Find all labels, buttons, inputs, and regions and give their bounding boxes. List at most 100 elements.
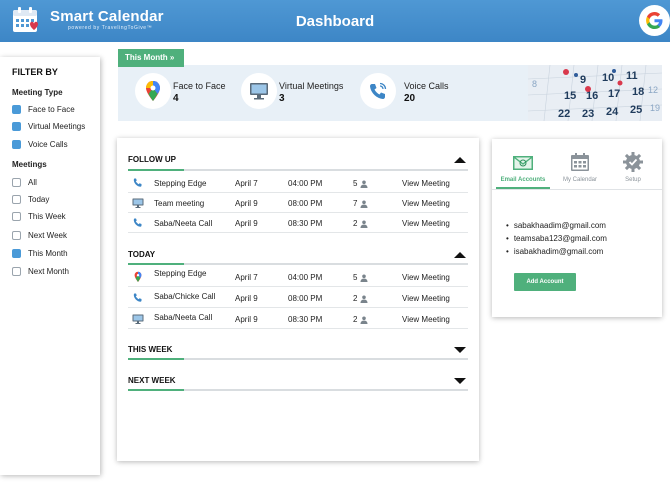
active-tab-indicator [496,187,550,189]
svg-text:25: 25 [630,104,642,116]
attendee-count-value: 7 [353,199,358,208]
this-month-tag[interactable]: This Month » [118,49,184,67]
email-item: sabakhaadim@gmail.com [506,219,607,232]
tab-label: My Calendar [562,177,597,183]
tab-divider [492,189,662,190]
calendar-illustration: 9 10 11 15 16 17 18 22 23 24 25 81219 [528,65,662,121]
section-divider [128,389,468,391]
checkbox[interactable] [12,121,21,131]
monitor-icon [132,314,144,324]
monitor-icon [132,198,144,208]
page-title: Dashboard [295,13,375,30]
filter-next-week[interactable]: Next Week [12,229,67,241]
section-next-week[interactable]: NEXT WEEK [128,374,468,390]
meeting-time: 08:30 PM [288,219,323,228]
section-title: THIS WEEK [128,345,173,354]
meeting-time: 08:00 PM [288,294,323,303]
checkbox[interactable] [12,194,21,204]
attendee-count: 5 [353,179,368,188]
filter-face-to-face[interactable]: Face to Face [12,103,75,115]
tab-email-accounts[interactable]: Email Accounts [495,147,551,191]
checkbox[interactable] [12,230,21,240]
meeting-row[interactable]: Team meeting April 9 08:00 PM 7 View Mee… [128,193,468,213]
section-title: FOLLOW UP [128,155,176,164]
section-accent [128,263,184,265]
filter-all[interactable]: All [12,176,37,188]
section-accent [128,169,184,171]
checkbox[interactable] [12,104,21,114]
filter-label: This Month [28,248,68,258]
filter-next-month[interactable]: Next Month [12,265,69,277]
expand-arrow-icon[interactable] [454,347,466,353]
section-follow-up[interactable]: FOLLOW UP [128,153,468,169]
meeting-date: April 9 [235,199,258,208]
section-accent [128,358,184,360]
attendee-count-value: 5 [353,273,358,282]
meeting-row[interactable]: Saba/Neeta Call April 9 08:30 PM 2 View … [128,213,468,233]
stats-summary: Face to Face 4 Virtual Meetings 3 Voice … [118,65,662,121]
collapse-arrow-icon[interactable] [454,252,466,258]
meeting-row[interactable]: Saba/Neeta Call April 9 08:30 PM 2 View … [128,309,468,329]
meeting-row[interactable]: Stepping Edge April 7 04:00 PM 5 View Me… [128,267,468,287]
person-icon [360,295,368,303]
tab-setup[interactable]: Setup [605,147,661,191]
view-meeting-link[interactable]: View Meeting [402,179,450,188]
svg-text:23: 23 [582,108,594,120]
collapse-arrow-icon[interactable] [454,157,466,163]
filter-title: FILTER BY [12,67,58,77]
attendee-count: 7 [353,199,368,208]
phone-icon [370,82,387,99]
filter-label: Virtual Meetings [28,121,86,131]
filter-today[interactable]: Today [12,193,49,205]
view-meeting-link[interactable]: View Meeting [402,199,450,208]
person-icon [360,180,368,188]
filter-virtual-meetings[interactable]: Virtual Meetings [12,120,85,132]
checkbox[interactable] [12,139,21,149]
meeting-date: April 9 [235,315,258,324]
person-icon [360,316,368,324]
meeting-name: Saba/Neeta Call [154,219,213,228]
view-meeting-link[interactable]: View Meeting [402,219,450,228]
email-item: teamsaba123@gmail.com [506,232,607,245]
tab-label: Email Accounts [500,177,546,183]
filter-this-month[interactable]: This Month [12,247,68,259]
attendee-count-value: 2 [353,315,358,324]
svg-text:9: 9 [580,74,586,86]
view-meeting-link[interactable]: View Meeting [402,273,450,282]
map-pin-icon [146,81,160,101]
meeting-row[interactable]: Saba/Chicke Call April 9 08:00 PM 2 View… [128,288,468,308]
svg-text:17: 17 [608,88,620,100]
meeting-name: Saba/Neeta Call [154,313,213,322]
section-this-week[interactable]: THIS WEEK [128,343,468,359]
meeting-name: Stepping Edge [154,269,207,278]
svg-text:12: 12 [648,85,658,95]
account-avatar[interactable] [639,5,670,36]
filter-voice-calls[interactable]: Voice Calls [12,138,68,150]
app-header: Smart Calendar powered by TravelingToGiv… [0,0,670,42]
tab-my-calendar[interactable]: My Calendar [552,147,608,191]
tab-label: Setup [625,177,641,183]
meeting-name: Team meeting [154,199,205,208]
section-today[interactable]: TODAY [128,248,468,264]
add-account-button[interactable]: Add Account [514,273,576,291]
checkbox[interactable] [12,177,21,187]
view-meeting-link[interactable]: View Meeting [402,315,450,324]
map-pin-icon [134,271,142,282]
meeting-name: Saba/Chicke Call [154,292,216,301]
face-to-face-stat-icon [135,73,171,109]
expand-arrow-icon[interactable] [454,378,466,384]
attendee-count: 2 [353,219,368,228]
checkbox[interactable] [12,248,21,258]
person-icon [360,220,368,228]
phone-icon [133,293,142,302]
checkbox[interactable] [12,211,21,221]
meeting-row[interactable]: Stepping Edge April 7 04:00 PM 5 View Me… [128,173,468,193]
filter-this-week[interactable]: This Week [12,210,66,222]
attendee-count-value: 5 [353,179,358,188]
filter-sidebar: FILTER BY Meeting Type Face to Face Virt… [0,57,100,475]
meeting-time: 04:00 PM [288,179,323,188]
svg-text:8: 8 [532,79,537,89]
filter-label: Next Month [28,266,69,276]
checkbox[interactable] [12,266,21,276]
view-meeting-link[interactable]: View Meeting [402,294,450,303]
